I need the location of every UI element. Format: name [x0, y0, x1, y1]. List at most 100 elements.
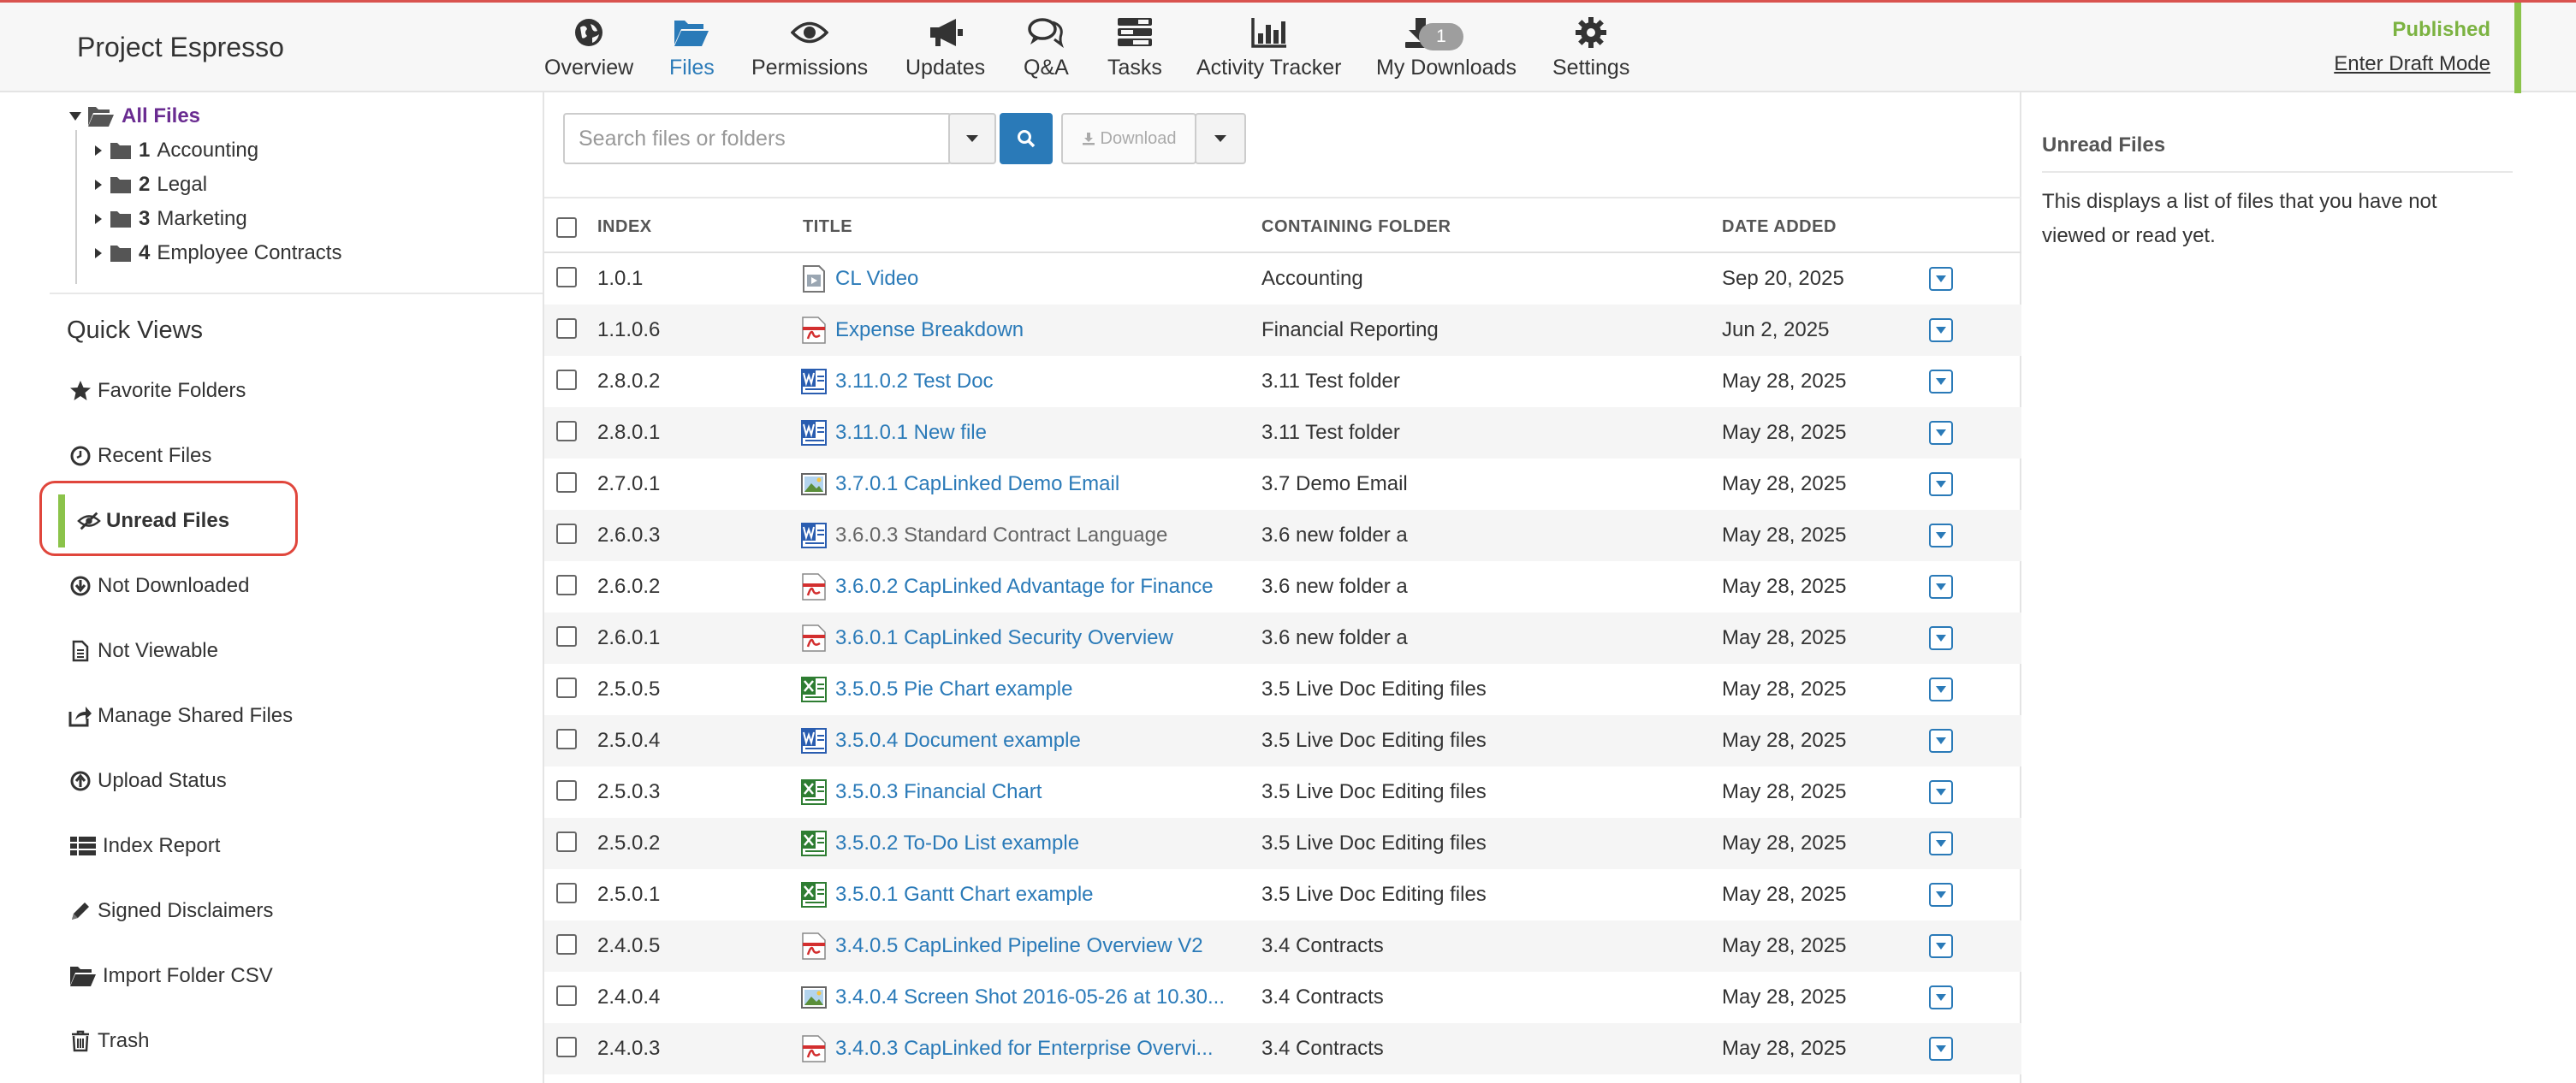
search-button[interactable]	[1000, 113, 1053, 164]
search-input[interactable]	[563, 113, 952, 164]
row-checkbox[interactable]	[556, 575, 577, 595]
row-actions-button[interactable]	[1929, 472, 1953, 496]
row-actions-button[interactable]	[1929, 934, 1953, 958]
row-title-link[interactable]: CL Video	[801, 265, 918, 293]
column-containing-folder[interactable]: CONTAINING FOLDER	[1261, 217, 1451, 237]
nav-settings[interactable]: Settings	[1552, 15, 1629, 90]
project-title[interactable]: Project Espresso	[77, 32, 284, 63]
tree-folder-legal[interactable]: 2 Legal	[94, 173, 207, 197]
row-actions-button[interactable]	[1929, 626, 1953, 650]
all-files-label[interactable]: All Files	[122, 104, 200, 128]
quick-view-signed-disclaimers[interactable]: Signed Disclaimers	[58, 885, 306, 938]
column-title[interactable]: TITLE	[803, 217, 852, 237]
row-checkbox[interactable]	[556, 780, 577, 801]
row-title-link[interactable]: 3.5.0.2 To-Do List example	[801, 830, 1079, 857]
caret-right-icon[interactable]	[94, 179, 103, 191]
nav-activity-tracker[interactable]: Activity Tracker	[1196, 15, 1341, 90]
quick-view-not-viewable[interactable]: Not Viewable	[58, 624, 306, 678]
table-row[interactable]: 2.6.0.3 3.6.0.3 Standard Contract Languag…	[544, 510, 2021, 561]
row-checkbox[interactable]	[556, 678, 577, 698]
table-row[interactable]: 2.5.0.1 3.5.0.1 Gantt Chart example 3.5 Li…	[544, 869, 2021, 920]
table-row[interactable]: 2.8.0.2 3.11.0.2 Test Doc 3.11 Test folder…	[544, 356, 2021, 407]
tree-root[interactable]: All Files	[68, 104, 200, 128]
row-checkbox[interactable]	[556, 318, 577, 339]
row-title-link[interactable]: 3.5.0.5 Pie Chart example	[801, 676, 1073, 703]
quick-view-index-report[interactable]: Index Report	[58, 820, 306, 873]
nav-my-downloads[interactable]: 1 My Downloads	[1376, 15, 1517, 90]
download-button[interactable]: Download	[1061, 113, 1196, 164]
quick-view-not-downloaded[interactable]: Not Downloaded	[58, 559, 306, 613]
quick-view-trash[interactable]: Trash	[58, 1015, 306, 1068]
table-row[interactable]: 1.0.1 CL Video Accounting Sep 20, 2025	[544, 253, 2021, 305]
tree-folder-accounting[interactable]: 1 Accounting	[94, 139, 258, 163]
caret-down-icon[interactable]	[68, 111, 82, 121]
nav-overview[interactable]: Overview	[544, 15, 633, 90]
table-row[interactable]: 2.4.0.4 3.4.0.4 Screen Shot 2016-05-26 at…	[544, 972, 2021, 1023]
quick-view-unread-files[interactable]: Unread Files	[58, 494, 306, 547]
row-checkbox[interactable]	[556, 524, 577, 544]
column-date-added[interactable]: DATE ADDED	[1722, 217, 1837, 237]
table-row[interactable]: 2.7.0.1 3.7.0.1 CapLinked Demo Email 3.7 D…	[544, 459, 2021, 510]
nav-files[interactable]: Files	[669, 15, 715, 90]
nav-qa[interactable]: Q&A	[1024, 15, 1069, 90]
row-title-link[interactable]: 3.6.0.3 Standard Contract Language	[801, 522, 1167, 549]
row-checkbox[interactable]	[556, 421, 577, 441]
row-title-link[interactable]: 3.4.0.5 CapLinked Pipeline Overview V2	[801, 932, 1203, 960]
quick-view-upload-status[interactable]: Upload Status	[58, 755, 306, 808]
table-row[interactable]: 2.8.0.1 3.11.0.1 New file 3.11 Test folder…	[544, 407, 2021, 459]
row-actions-button[interactable]	[1929, 267, 1953, 291]
row-actions-button[interactable]	[1929, 780, 1953, 804]
table-row[interactable]: 2.5.0.4 3.5.0.4 Document example 3.5 Live …	[544, 715, 2021, 766]
nav-updates[interactable]: Updates	[905, 15, 985, 90]
row-title-link[interactable]: 3.11.0.1 New file	[801, 419, 987, 447]
row-checkbox[interactable]	[556, 472, 577, 493]
row-actions-button[interactable]	[1929, 524, 1953, 547]
table-row[interactable]: 1.1.0.6 Expense Breakdown Financial Report…	[544, 305, 2021, 356]
row-actions-button[interactable]	[1929, 575, 1953, 599]
row-actions-button[interactable]	[1929, 729, 1953, 753]
nav-tasks[interactable]: Tasks	[1107, 15, 1162, 90]
caret-right-icon[interactable]	[94, 247, 103, 259]
row-title-link[interactable]: 3.5.0.3 Financial Chart	[801, 778, 1042, 806]
select-all-checkbox[interactable]	[556, 217, 577, 238]
quick-view-import-folder-csv[interactable]: Import Folder CSV	[58, 950, 306, 1003]
row-checkbox[interactable]	[556, 883, 577, 903]
row-checkbox[interactable]	[556, 934, 577, 955]
table-row[interactable]: 2.5.0.2 3.5.0.2 To-Do List example 3.5 Liv…	[544, 818, 2021, 869]
row-checkbox[interactable]	[556, 267, 577, 287]
row-title-link[interactable]: 3.7.0.1 CapLinked Demo Email	[801, 470, 1119, 498]
table-row[interactable]: 2.6.0.2 3.6.0.2 CapLinked Advantage for F…	[544, 561, 2021, 613]
row-title-link[interactable]: 3.4.0.4 Screen Shot 2016-05-26 at 10.30.…	[801, 984, 1225, 1011]
download-options-dropdown[interactable]	[1195, 113, 1246, 164]
row-actions-button[interactable]	[1929, 1037, 1953, 1061]
row-title-link[interactable]: 3.6.0.1 CapLinked Security Overview	[801, 624, 1173, 652]
nav-permissions[interactable]: Permissions	[751, 15, 868, 90]
tree-folder-marketing[interactable]: 3 Marketing	[94, 207, 247, 231]
row-actions-button[interactable]	[1929, 985, 1953, 1009]
row-title-link[interactable]: 3.11.0.2 Test Doc	[801, 368, 994, 395]
row-checkbox[interactable]	[556, 985, 577, 1006]
quick-view-manage-shared-files[interactable]: Manage Shared Files	[58, 689, 306, 743]
table-row[interactable]: 2.6.0.1 3.6.0.1 CapLinked Security Overvi…	[544, 613, 2021, 664]
tree-folder-employee-contracts[interactable]: 4 Employee Contracts	[94, 241, 341, 265]
row-actions-button[interactable]	[1929, 318, 1953, 342]
row-actions-button[interactable]	[1929, 421, 1953, 445]
row-title-link[interactable]: 3.6.0.2 CapLinked Advantage for Finance	[801, 573, 1214, 601]
table-row[interactable]: 2.4.0.3 3.4.0.3 CapLinked for Enterprise …	[544, 1023, 2021, 1074]
quick-view-favorite-folders[interactable]: Favorite Folders	[58, 364, 306, 417]
row-title-link[interactable]: 3.5.0.1 Gantt Chart example	[801, 881, 1094, 908]
row-checkbox[interactable]	[556, 1037, 577, 1057]
row-checkbox[interactable]	[556, 626, 577, 647]
quick-view-recent-files[interactable]: Recent Files	[58, 429, 306, 482]
row-actions-button[interactable]	[1929, 678, 1953, 701]
table-row[interactable]: 2.4.0.5 3.4.0.5 CapLinked Pipeline Overvi…	[544, 920, 2021, 972]
row-checkbox[interactable]	[556, 370, 577, 390]
table-row[interactable]: 2.5.0.5 3.5.0.5 Pie Chart example 3.5 Live…	[544, 664, 2021, 715]
caret-right-icon[interactable]	[94, 145, 103, 157]
row-title-link[interactable]: 3.4.0.3 CapLinked for Enterprise Overvi.…	[801, 1035, 1214, 1062]
row-title-link[interactable]: Expense Breakdown	[801, 317, 1024, 344]
table-row[interactable]: 2.5.0.3 3.5.0.3 Financial Chart 3.5 Live D…	[544, 766, 2021, 818]
row-actions-button[interactable]	[1929, 831, 1953, 855]
row-actions-button[interactable]	[1929, 883, 1953, 907]
search-options-dropdown[interactable]	[948, 113, 996, 164]
